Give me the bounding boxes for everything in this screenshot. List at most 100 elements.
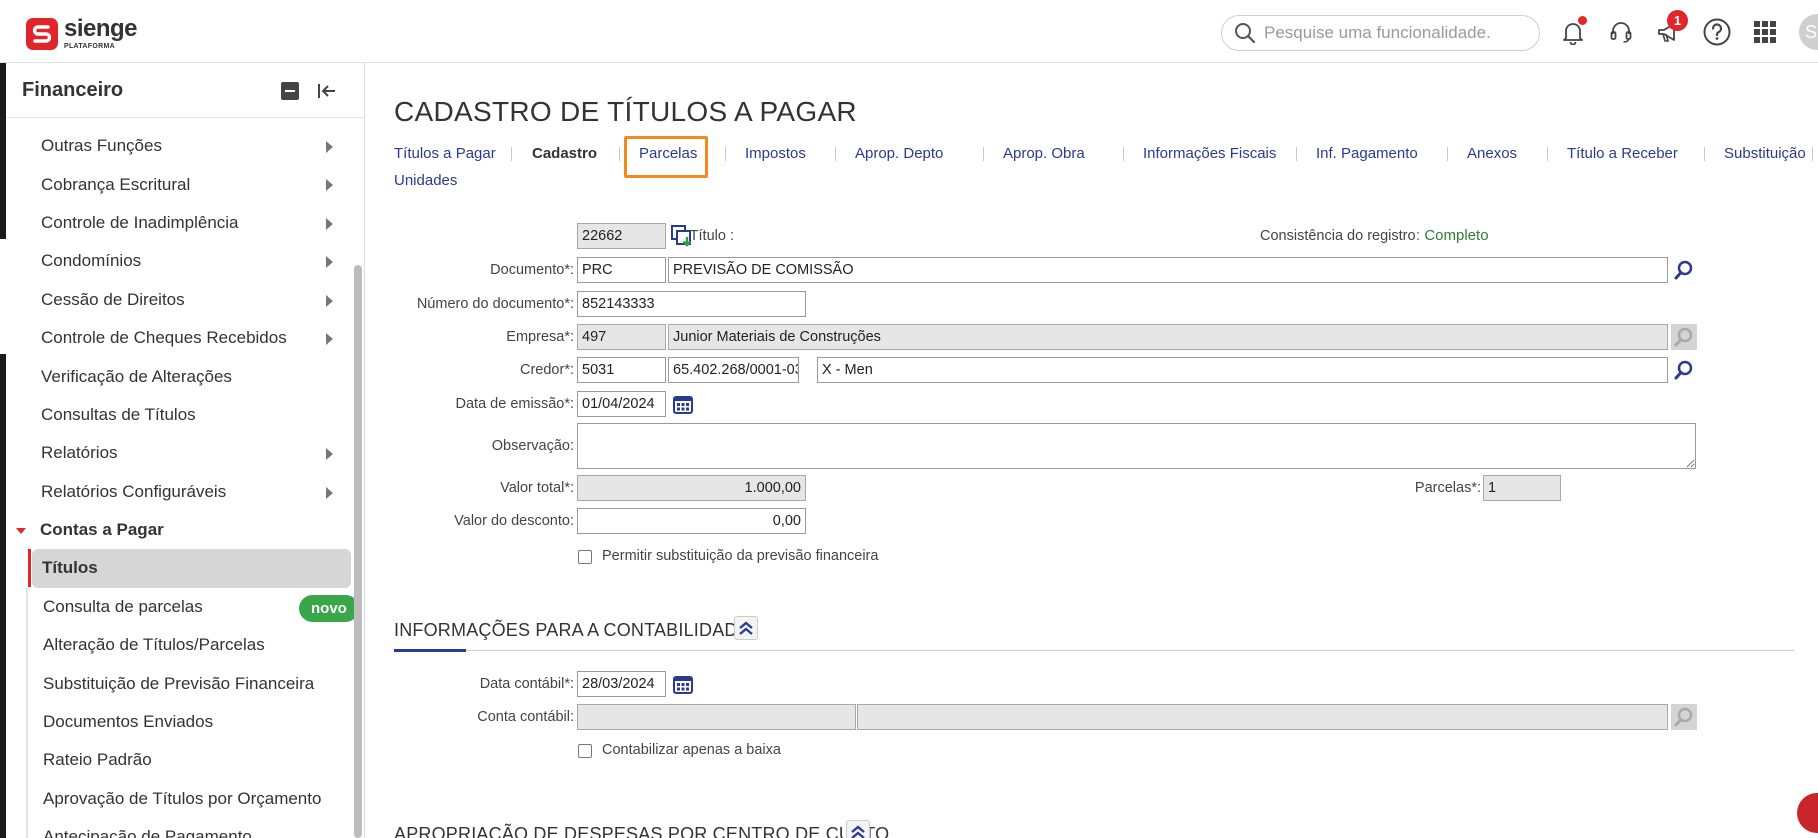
tab-cadastro[interactable]: Cadastro [532, 145, 597, 162]
main-content: CADASTRO DE TÍTULOS A PAGAR Títulos a Pa… [366, 63, 1818, 838]
contabilidade-section-title: INFORMAÇÕES PARA A CONTABILIDADE [394, 620, 750, 640]
calendar-icon[interactable] [670, 391, 696, 417]
valor-desconto-field[interactable]: 0,00 [577, 508, 806, 534]
sidebar-item-label: Controle de Cheques Recebidos [41, 328, 287, 348]
observacao-textarea[interactable] [577, 423, 1696, 469]
search-credor-icon[interactable] [1671, 357, 1697, 383]
sidebar-item-relatorios-configuraveis[interactable]: Relatórios Configuráveis [6, 473, 356, 511]
top-header: sienge PLATAFORMA 1 [0, 0, 1818, 63]
section-underline [394, 649, 466, 652]
chevron-right-icon [326, 294, 333, 307]
page-title: CADASTRO DE TÍTULOS A PAGAR [394, 96, 857, 127]
empresa-label: Empresa*: [506, 329, 574, 345]
tab-impostos[interactable]: Impostos [745, 145, 806, 162]
sidebar-item-titulos[interactable]: Títulos [28, 549, 351, 588]
sidebar-item-label: Documentos Enviados [43, 712, 214, 732]
sidebar-item-alteracao-titulos[interactable]: Alteração de Títulos/Parcelas [26, 626, 356, 665]
credor-name-field[interactable]: X - Men [817, 357, 1668, 383]
apropriacao-section-title: APROPRIAÇÃO DE DESPESAS POR CENTRO DE CU… [394, 824, 890, 838]
active-indicator [28, 549, 31, 588]
sidebar-item-consultas-titulos[interactable]: Consultas de Títulos [6, 396, 356, 434]
calendar-contabil-icon[interactable] [670, 671, 696, 697]
valor-desconto-label: Valor do desconto: [454, 513, 574, 529]
user-avatar[interactable]: S [1799, 14, 1818, 50]
conta-contabil-code-field [577, 704, 856, 730]
sidebar-item-consulta-parcelas[interactable]: Consulta de parcelas novo [26, 587, 359, 627]
sidebar-item-label: Condomínios [41, 251, 142, 271]
documento-desc-field[interactable]: PREVISÃO DE COMISSÃO [668, 257, 1668, 283]
sidebar-item-label: Relatórios [41, 443, 118, 463]
sidebar-item-label: Outras Funções [41, 136, 162, 156]
permitir-substituicao-checkbox[interactable] [578, 550, 592, 564]
sidebar-item-cobranca-escritural[interactable]: Cobrança Escritural [6, 165, 356, 203]
chevron-right-icon [326, 141, 333, 153]
tab-anexos[interactable]: Anexos [1467, 145, 1517, 162]
search-conta-icon [1671, 704, 1697, 730]
contabilizar-baixa-checkbox[interactable] [578, 744, 592, 758]
announcements-button[interactable]: 1 [1652, 10, 1688, 48]
sidebar-item-rateio-padrao[interactable]: Rateio Padrão [26, 741, 356, 780]
sidebar-menu: Outras Funções Cobrança Escritural Contr… [6, 127, 359, 838]
numero-documento-label: Número do documento*: [416, 296, 574, 312]
copy-titulo-icon[interactable] [669, 223, 695, 249]
empresa-name-field: Junior Materiais de Construções [668, 324, 1668, 350]
sidebar-item-controle-inadimplencia[interactable]: Controle de Inadimplência [6, 204, 356, 242]
support-button[interactable] [1605, 16, 1637, 48]
sidebar-item-documentos-enviados[interactable]: Documentos Enviados [26, 702, 356, 742]
collapse-contabilidade-icon[interactable] [734, 616, 758, 640]
apps-button[interactable] [1749, 16, 1781, 48]
tab-inf-pagamento[interactable]: Inf. Pagamento [1316, 145, 1418, 162]
caret-down-icon [16, 527, 26, 534]
sidebar-item-condominios[interactable]: Condomínios [6, 242, 356, 280]
sidebar-item-antecipacao-pagamento[interactable]: Antecipação de Pagamento [26, 818, 356, 838]
sidebar-item-label: Títulos [42, 558, 98, 578]
numero-documento-field[interactable]: 852143333 [577, 291, 806, 317]
sidebar-group-label: Contas a Pagar [40, 520, 164, 540]
credor-code-field[interactable]: 5031 [577, 357, 666, 383]
chevron-right-icon [326, 486, 333, 499]
sidebar-item-outras-funcoes[interactable]: Outras Funções [6, 127, 356, 165]
search-box[interactable] [1221, 15, 1540, 51]
consistencia-label: Consistência do registro [1260, 228, 1416, 244]
search-documento-icon[interactable] [1671, 257, 1697, 283]
sidebar-group-contas-a-pagar[interactable]: Contas a Pagar [6, 511, 356, 549]
collapse-sidebar-icon[interactable] [315, 79, 339, 103]
sidebar-item-cessao-direitos[interactable]: Cessão de Direitos [6, 281, 356, 319]
sidebar-item-substituicao-previsao[interactable]: Substituição de Previsão Financeira [26, 664, 356, 703]
data-emissao-field[interactable]: 01/04/2024 [577, 391, 666, 417]
new-badge: novo [299, 594, 359, 622]
tab-unidades[interactable]: Unidades [394, 172, 457, 189]
collapse-apropriacao-icon[interactable] [846, 820, 870, 838]
brand-name: sienge [64, 15, 138, 42]
search-input[interactable] [1264, 23, 1514, 43]
tab-titulos-a-pagar[interactable]: Títulos a Pagar [394, 145, 496, 162]
documento-code-field[interactable]: PRC [577, 257, 666, 283]
tab-highlight-box [624, 136, 708, 178]
tab-aprop-obra[interactable]: Aprop. Obra [1003, 145, 1085, 162]
tab-informacoes-fiscais[interactable]: Informações Fiscais [1143, 145, 1276, 162]
sidebar-title: Financeiro [22, 78, 124, 101]
sidebar-item-aprovacao-titulos[interactable]: Aprovação de Títulos por Orçamento [26, 779, 356, 819]
sidebar-item-controle-cheques[interactable]: Controle de Cheques Recebidos [6, 319, 356, 357]
sidebar-item-label: Alteração de Títulos/Parcelas [43, 635, 265, 655]
sidebar-item-label: Cessão de Direitos [41, 289, 185, 309]
help-button[interactable] [1701, 16, 1733, 48]
collapse-all-icon[interactable] [281, 82, 299, 100]
chevron-right-icon [326, 256, 333, 269]
sidebar-scrollbar[interactable] [354, 265, 362, 838]
tab-substituicao[interactable]: Substituição [1724, 145, 1806, 162]
sienge-logo[interactable]: sienge PLATAFORMA [26, 15, 138, 50]
sidebar-item-verificacao-alteracoes[interactable]: Verificação de Alterações [6, 357, 356, 395]
sidebar-item-relatorios[interactable]: Relatórios [6, 434, 356, 472]
tab-aprop-depto[interactable]: Aprop. Depto [855, 145, 943, 162]
notifications-button[interactable] [1557, 16, 1589, 48]
documento-label: Documento*: [490, 262, 574, 278]
parcelas-label: Parcelas*: [1414, 480, 1481, 496]
contabilizar-baixa-label: Contabilizar apenas a baixa [602, 742, 781, 758]
consistencia-label-text: Consistência do registro [1260, 228, 1416, 244]
data-contabil-field[interactable]: 28/03/2024 [577, 671, 666, 697]
credor-cnpj-field[interactable]: 65.402.268/0001-03 [668, 357, 799, 383]
tab-titulo-a-receber[interactable]: Título a Receber [1567, 145, 1678, 162]
observacao-label: Observação: [491, 438, 574, 454]
sienge-logo-mark [26, 17, 58, 50]
